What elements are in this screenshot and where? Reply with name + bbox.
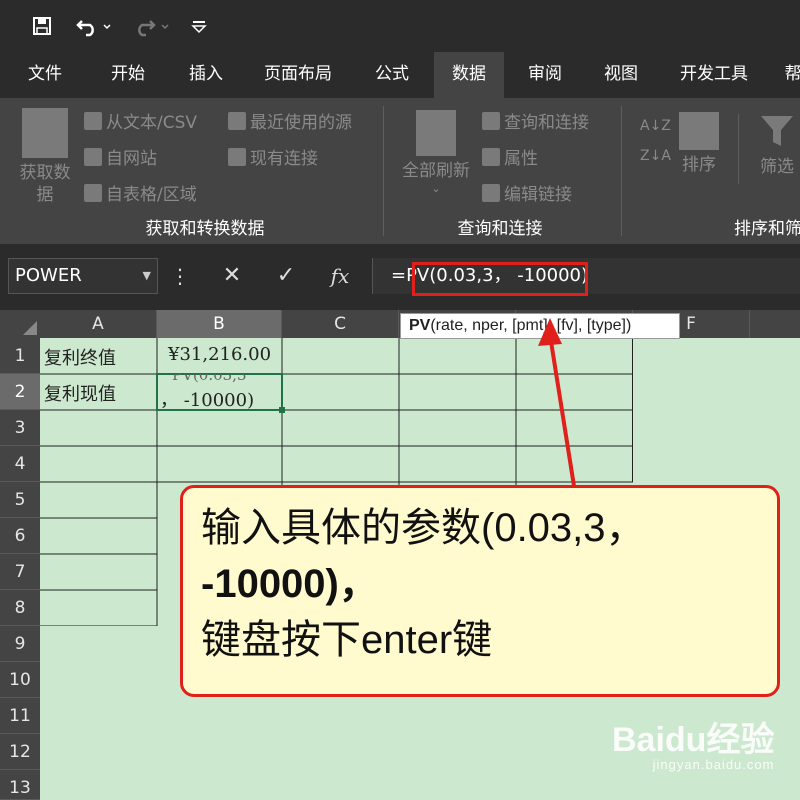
more-options-icon[interactable]: ⋮	[170, 258, 190, 294]
tab-insert[interactable]: 插入	[170, 52, 242, 98]
watermark-brand: Baidu经验	[612, 721, 775, 759]
connections-icon	[228, 147, 246, 166]
filter-button[interactable]: 筛选	[754, 112, 800, 178]
function-tooltip: PV(rate, nper, [pmt], [fv], [type])	[400, 313, 680, 339]
row-header-10[interactable]: 10	[0, 662, 40, 698]
recent-sources-button[interactable]: 最近使用的源	[228, 108, 352, 133]
existing-connections-button[interactable]: 现有连接	[228, 144, 318, 169]
redo-icon[interactable]	[128, 12, 172, 40]
refresh-icon	[416, 110, 456, 156]
column-header-b[interactable]: B	[157, 310, 282, 338]
quick-access-toolbar	[0, 0, 800, 52]
tab-view[interactable]: 视图	[586, 52, 656, 98]
queries-connections-button[interactable]: 查询和连接	[482, 108, 589, 133]
cell-a1[interactable]: 复利终值	[44, 344, 116, 370]
sort-descending-icon: Z↓A	[640, 148, 671, 164]
properties-icon	[482, 147, 500, 166]
row-header-4[interactable]: 4	[0, 446, 40, 482]
enter-button[interactable]: ✓	[266, 258, 306, 294]
row-header-6[interactable]: 6	[0, 518, 40, 554]
formula-highlight-box	[412, 262, 588, 296]
database-icon	[22, 108, 68, 158]
group-label-sort-filter: 排序和筛	[734, 219, 800, 239]
chevron-down-icon: ⌄	[431, 182, 441, 195]
tab-formulas[interactable]: 公式	[356, 52, 428, 98]
group-label-queries: 查询和连接	[457, 219, 543, 239]
customize-qat-icon[interactable]	[188, 12, 210, 40]
row-header-12[interactable]: 12	[0, 734, 40, 770]
cell-a2[interactable]: 复利现值	[44, 380, 116, 406]
column-header-g[interactable]	[750, 310, 800, 338]
row-header-7[interactable]: 7	[0, 554, 40, 590]
undo-icon[interactable]	[74, 12, 114, 40]
baidu-watermark: Baidu经验 jingyan.baidu.com	[612, 712, 774, 772]
tab-developer[interactable]: 开发工具	[664, 52, 764, 98]
row-header-11[interactable]: 11	[0, 698, 40, 734]
formula-bar: POWER ▼ ⋮ ✕ ✓ fx =PV(0.03,3， -10000)	[0, 244, 800, 310]
save-icon[interactable]	[30, 12, 54, 40]
from-web-button[interactable]: 自网站	[84, 144, 157, 169]
cell-b2[interactable]: ， -10000)	[160, 386, 254, 412]
row-header-1[interactable]: 1	[0, 338, 40, 374]
ribbon-tabs: 文件 开始 插入 页面布局 公式 数据 审阅 视图 开发工具 帮	[0, 52, 800, 98]
sort-button[interactable]: 排序	[676, 112, 722, 176]
table-icon	[84, 183, 102, 202]
edit-links-button[interactable]: 编辑链接	[482, 180, 572, 205]
tab-page-layout[interactable]: 页面布局	[248, 52, 348, 98]
column-header-c[interactable]: C	[282, 310, 399, 338]
select-all-corner[interactable]	[0, 310, 40, 338]
sort-ascending-icon: A↓Z	[640, 118, 671, 134]
callout-line-1: 输入具体的参数(0.03,3，	[201, 506, 646, 550]
callout-line-2: -10000)，	[201, 562, 379, 606]
row-header-13[interactable]: 13	[0, 770, 40, 800]
row-header-8[interactable]: 8	[0, 590, 40, 626]
row-header-3[interactable]: 3	[0, 410, 40, 446]
tooltip-arguments: (rate, nper, [pmt], [fv], [type])	[430, 317, 632, 334]
tab-home[interactable]: 开始	[92, 52, 164, 98]
name-box[interactable]: POWER ▼	[8, 258, 158, 294]
instruction-callout: 输入具体的参数(0.03,3， -10000)， 键盘按下enter键	[180, 485, 780, 697]
column-header-a[interactable]: A	[40, 310, 157, 338]
group-separator	[738, 114, 739, 184]
row-header-9[interactable]: 9	[0, 626, 40, 662]
tab-file[interactable]: 文件	[10, 52, 80, 98]
refresh-all-button[interactable]: 全部刷新 ⌄	[396, 110, 476, 196]
group-separator	[383, 106, 384, 236]
tab-data[interactable]: 数据	[434, 52, 504, 98]
sort-az-button[interactable]: A↓Z Z↓A	[640, 118, 671, 164]
queries-icon	[482, 111, 500, 130]
sort-icon	[679, 112, 719, 150]
cancel-button[interactable]: ✕	[212, 258, 252, 294]
from-table-button[interactable]: 自表格/区域	[84, 180, 197, 205]
insert-function-button[interactable]: fx	[320, 258, 360, 294]
group-separator	[621, 106, 622, 236]
row-header-2[interactable]: 2	[0, 374, 40, 410]
row-header-5[interactable]: 5	[0, 482, 40, 518]
get-data-button[interactable]: 获取数 据	[14, 108, 76, 206]
ribbon-data: 获取数 据 从文本/CSV 自网站 自表格/区域 最近使用的源 现有连接 获取和…	[0, 98, 800, 244]
recent-icon	[228, 111, 246, 130]
globe-icon	[84, 147, 102, 166]
link-icon	[482, 183, 500, 202]
chevron-down-icon[interactable]: ▼	[143, 259, 151, 293]
tab-help[interactable]: 帮	[778, 52, 800, 98]
text-file-icon	[84, 111, 102, 130]
cell-b1[interactable]: ¥31,216.00	[168, 344, 271, 365]
from-text-csv-button[interactable]: 从文本/CSV	[84, 108, 197, 133]
group-label-get-transform: 获取和转换数据	[145, 219, 265, 239]
properties-button[interactable]: 属性	[482, 144, 538, 169]
tooltip-function-name[interactable]: PV	[409, 317, 430, 334]
tab-review[interactable]: 审阅	[510, 52, 580, 98]
filter-icon	[761, 116, 793, 146]
callout-line-3: 键盘按下enter键	[201, 618, 493, 662]
